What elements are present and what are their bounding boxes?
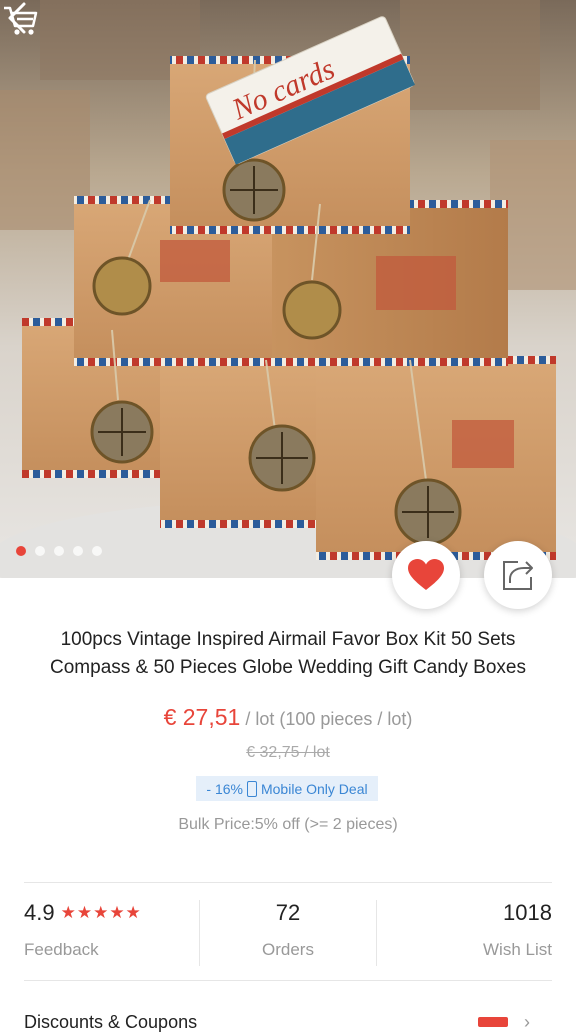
deal-label: Mobile Only Deal [260, 780, 368, 797]
carousel-dot[interactable] [54, 546, 64, 556]
wishlist-count: 1018 [503, 900, 552, 925]
product-photo: No cards [0, 0, 576, 578]
wishlist-label: Wish List [483, 940, 552, 959]
chevron-right-icon[interactable]: › [524, 1012, 530, 1033]
share-icon [503, 561, 533, 590]
bulk-price: Bulk Price:5% off (>= 2 pieces) [178, 816, 398, 833]
heart-icon [408, 559, 444, 590]
orders-stat[interactable]: 72 Orders [199, 900, 375, 966]
coupon-badge [478, 1017, 508, 1027]
carousel-dot[interactable] [92, 546, 102, 556]
orders-count: 72 [275, 900, 301, 925]
wishlist-stat[interactable]: 1018 Wish List [375, 900, 552, 966]
discounts-row-label[interactable]: Discounts & Coupons [24, 1012, 197, 1033]
original-price: € 32,75 / lot [246, 744, 330, 761]
price-row: € 27,51 / lot (100 pieces / lot) [0, 704, 576, 731]
carousel-dots[interactable] [16, 546, 102, 556]
carousel-dot[interactable] [16, 546, 26, 556]
orders-label: Orders [262, 940, 314, 959]
rating-value: 4.9 [24, 900, 55, 925]
carousel-dot[interactable] [35, 546, 45, 556]
star-rating-icon: ★★★★★ [60, 903, 142, 922]
divider [24, 882, 552, 883]
favorite-button[interactable] [392, 541, 460, 609]
product-title: 100pcs Vintage Inspired Airmail Favor Bo… [50, 629, 526, 678]
stats-bar: 4.9 ★★★★★ Feedback 72 Orders 1018 Wish Li… [24, 900, 552, 966]
shopping-cart-icon[interactable] [0, 0, 40, 40]
feedback-label: Feedback [24, 940, 99, 959]
divider [24, 980, 552, 981]
feedback-stat[interactable]: 4.9 ★★★★★ Feedback [24, 900, 199, 966]
carousel-dot[interactable] [73, 546, 83, 556]
product-image[interactable]: No cards [0, 0, 576, 578]
price-unit: / lot (100 pieces / lot) [240, 709, 413, 729]
current-price: € 27,51 [163, 704, 241, 730]
mobile-deal-badge: - 16% Mobile Only Deal [196, 776, 378, 801]
deal-discount: - 16% [206, 780, 243, 797]
share-button[interactable] [484, 541, 552, 609]
mobile-phone-icon [246, 780, 257, 797]
